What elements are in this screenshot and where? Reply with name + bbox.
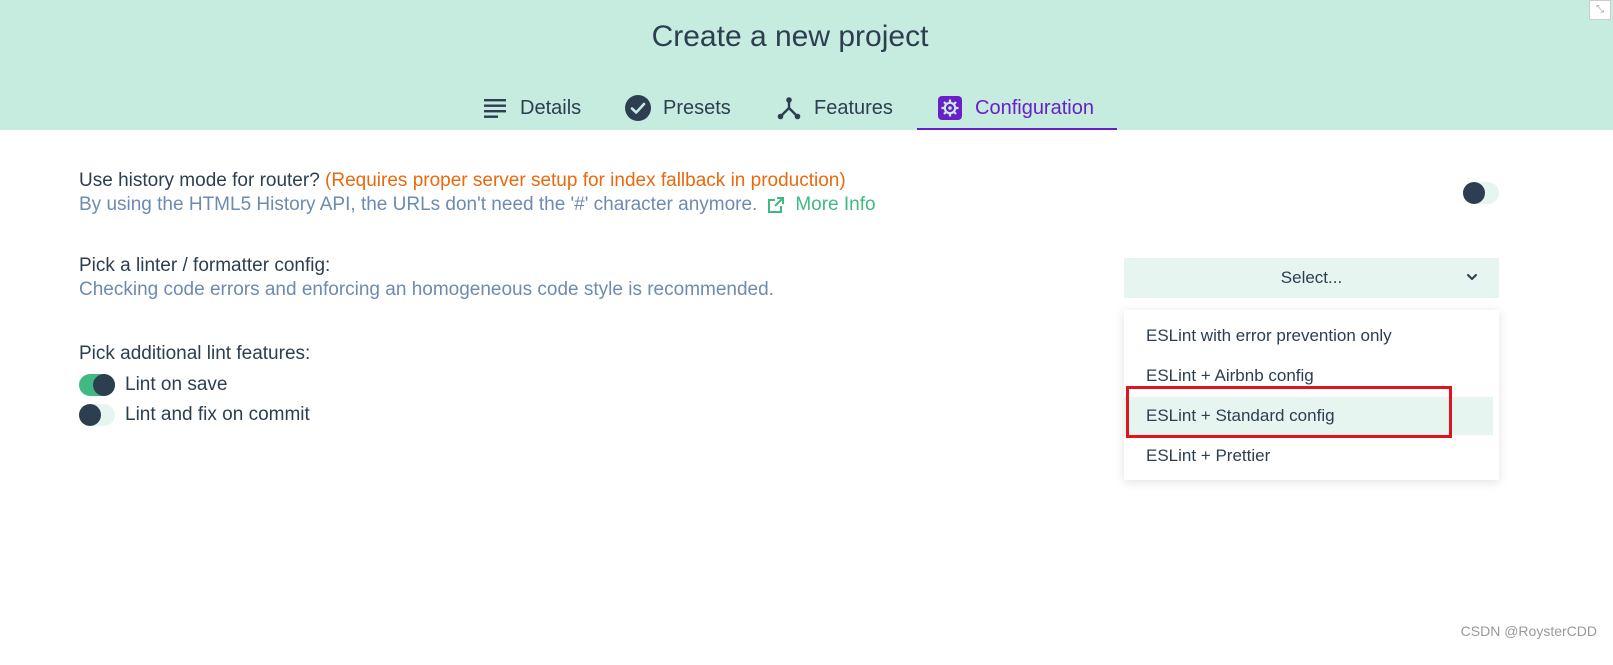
dropdown-option-standard[interactable]: ESLint + Standard config bbox=[1124, 397, 1493, 435]
tab-label: Details bbox=[520, 96, 582, 119]
select-value: Select... bbox=[1280, 268, 1343, 287]
lint-features-row: Pick additional lint features: Lint on s… bbox=[79, 342, 310, 426]
watermark: CSDN @RoysterCDD bbox=[1460, 623, 1597, 639]
page: Create a new project Details Presets Fea… bbox=[0, 0, 1613, 665]
linter-config-description: Checking code errors and enforcing an ho… bbox=[79, 279, 774, 300]
linter-config-row: Pick a linter / formatter config: Checki… bbox=[79, 254, 774, 302]
tab-bar: Details Presets Features Configuration bbox=[0, 86, 1613, 130]
toggle-knob bbox=[79, 404, 101, 426]
linter-config-label: Pick a linter / formatter config: bbox=[79, 255, 331, 276]
history-mode-description: By using the HTML5 History API, the URLs… bbox=[79, 193, 876, 217]
history-mode-toggle[interactable] bbox=[1463, 182, 1499, 204]
lint-features-label: Pick additional lint features: bbox=[79, 343, 311, 364]
more-info-text: More Info bbox=[795, 194, 876, 215]
lint-on-save-toggle[interactable] bbox=[79, 374, 115, 396]
gear-icon bbox=[937, 95, 963, 121]
tab-label: Features bbox=[814, 96, 893, 119]
linter-dropdown-menu: ESLint with error prevention only ESLint… bbox=[1124, 310, 1499, 480]
list-icon bbox=[482, 95, 508, 121]
tab-features[interactable]: Features bbox=[776, 86, 893, 130]
history-mode-warning: (Requires proper server setup for index … bbox=[325, 170, 846, 191]
corner-resize-icon: ⤡ bbox=[1589, 0, 1611, 20]
linter-config-select[interactable]: Select... bbox=[1124, 258, 1499, 298]
chevron-down-icon bbox=[1465, 270, 1479, 284]
lint-on-save-label: Lint on save bbox=[125, 374, 228, 395]
dropdown-option-prettier[interactable]: ESLint + Prettier bbox=[1124, 437, 1499, 475]
lint-fix-on-commit-label: Lint and fix on commit bbox=[125, 404, 310, 425]
fork-icon bbox=[776, 95, 802, 121]
header: Create a new project Details Presets Fea… bbox=[0, 0, 1613, 130]
dropdown-option-airbnb[interactable]: ESLint + Airbnb config bbox=[1124, 357, 1499, 395]
history-mode-description-text: By using the HTML5 History API, the URLs… bbox=[79, 194, 758, 215]
tab-label: Configuration bbox=[975, 96, 1094, 119]
dropdown-option-error-prevention[interactable]: ESLint with error prevention only bbox=[1124, 317, 1499, 355]
external-link-icon bbox=[767, 196, 785, 214]
active-tab-indicator bbox=[917, 128, 1117, 130]
check-circle-icon bbox=[625, 95, 651, 121]
tab-configuration[interactable]: Configuration bbox=[937, 86, 1094, 130]
history-mode-label: Use history mode for router? (Requires p… bbox=[79, 169, 876, 193]
history-mode-row: Use history mode for router? (Requires p… bbox=[79, 169, 876, 217]
toggle-knob bbox=[93, 374, 115, 396]
lint-fix-on-commit-item[interactable]: Lint and fix on commit bbox=[79, 404, 310, 426]
more-info-link[interactable]: More Info bbox=[767, 193, 876, 217]
tab-presets[interactable]: Presets bbox=[625, 86, 731, 130]
history-mode-question: Use history mode for router? bbox=[79, 170, 320, 191]
lint-on-save-item[interactable]: Lint on save bbox=[79, 374, 310, 396]
page-title: Create a new project bbox=[651, 20, 929, 53]
tab-label: Presets bbox=[663, 96, 731, 119]
toggle-knob bbox=[1463, 182, 1485, 204]
lint-fix-on-commit-toggle[interactable] bbox=[79, 404, 115, 426]
tab-details[interactable]: Details bbox=[482, 86, 581, 130]
